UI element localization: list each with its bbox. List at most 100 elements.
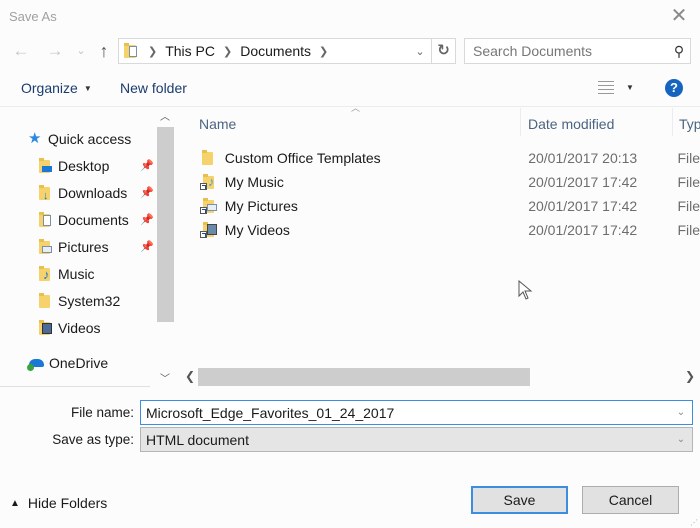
sort-ascending-icon: ︿ [351, 103, 361, 113]
chevron-down-icon[interactable]: ⌄ [670, 407, 692, 418]
sidebar-item-quick-access[interactable]: ★ Quick access [28, 128, 131, 150]
star-icon: ★ [28, 130, 42, 147]
navigation-pane: ★ Quick access Desktop 📌 ↓ Downloads 📌 D… [0, 107, 155, 387]
chevron-left-icon: ❮ [184, 369, 196, 383]
file-name: My Music [224, 174, 284, 190]
column-header-date-modified[interactable]: Date modified [528, 116, 614, 132]
scroll-down-button[interactable]: ﹀ [156, 370, 174, 386]
search-input[interactable] [473, 43, 668, 59]
column-header-name[interactable]: Name [199, 116, 236, 132]
close-button[interactable]: ✕ [668, 6, 690, 28]
forward-button[interactable]: → [44, 40, 66, 62]
refresh-icon: ↻ [437, 42, 450, 59]
arrow-left-icon: ← [12, 41, 30, 60]
file-name: My Videos [224, 222, 290, 238]
sidebar-item-label: Quick access [48, 131, 132, 147]
resize-grip-icon[interactable]: ⋰ [690, 518, 698, 527]
save-as-type-value: HTML document [146, 431, 249, 448]
address-bar[interactable]: ❯ This PC ❯ Documents ❯ ⌄ ↻ [118, 38, 456, 64]
scroll-left-button[interactable]: ❮ [183, 369, 197, 385]
save-button[interactable]: Save [471, 486, 568, 514]
column-header-type[interactable]: Typ [679, 116, 700, 132]
chevron-down-icon: ⌄ [676, 434, 686, 445]
help-button[interactable]: ? [665, 79, 683, 97]
chevron-up-icon: ▲ [10, 497, 20, 509]
sidebar-item-pictures[interactable]: Pictures [38, 236, 109, 258]
sidebar-item-music[interactable]: ♪ Music [38, 263, 95, 285]
scroll-up-button[interactable]: ︿ [156, 108, 174, 124]
file-type: File [677, 198, 700, 214]
file-name-combobox[interactable]: ⌄ [140, 400, 693, 425]
search-icon[interactable]: ⚲ [668, 43, 690, 60]
videos-shortcut-icon [200, 222, 218, 238]
file-name-label: File name: [70, 405, 134, 420]
cancel-button[interactable]: Cancel [582, 486, 679, 514]
folder-icon [38, 293, 54, 309]
sidebar-item-videos[interactable]: Videos [38, 317, 101, 339]
pictures-shortcut-icon [200, 198, 218, 214]
pin-icon[interactable]: 📌 [140, 186, 154, 199]
chevron-right-icon: ❯ [684, 369, 696, 383]
sidebar-scrollbar-thumb[interactable] [157, 127, 174, 322]
caret-down-icon: ▼ [626, 82, 634, 92]
chevron-down-icon: ⌄ [76, 45, 86, 57]
new-folder-button[interactable]: New folder [120, 80, 187, 96]
sidebar-item-documents[interactable]: Documents [38, 209, 129, 231]
file-name: Custom Office Templates [224, 150, 381, 166]
search-box[interactable]: ⚲ [464, 38, 691, 64]
hide-folders-button[interactable]: ▲ Hide Folders [10, 495, 107, 511]
breadcrumb-this-pc[interactable]: This PC [165, 43, 215, 59]
pin-icon[interactable]: 📌 [140, 240, 154, 253]
breadcrumb-separator[interactable]: ❯ [148, 45, 157, 58]
file-date: 20/01/2017 17:42 [528, 222, 638, 238]
refresh-button[interactable]: ↻ [431, 39, 455, 63]
up-button[interactable]: ↑ [93, 40, 115, 62]
scroll-right-button[interactable]: ❯ [683, 369, 697, 385]
breadcrumb-separator[interactable]: ❯ [223, 45, 232, 58]
caret-down-icon: ▼ [83, 83, 92, 93]
sidebar-item-desktop[interactable]: Desktop [38, 155, 109, 177]
sidebar-item-system32[interactable]: System32 [38, 290, 120, 312]
sidebar-item-onedrive[interactable]: OneDrive [27, 352, 108, 374]
file-type: File [677, 150, 700, 166]
file-row[interactable]: My Videos 20/01/2017 17:42 File [196, 219, 700, 241]
organize-button[interactable]: Organize ▼ [21, 80, 92, 96]
downloads-folder-icon: ↓ [38, 185, 54, 202]
file-row[interactable]: Custom Office Templates 20/01/2017 20:13… [196, 147, 700, 169]
file-name-input[interactable] [141, 404, 670, 421]
file-date: 20/01/2017 17:42 [528, 198, 638, 214]
pin-icon[interactable]: 📌 [140, 159, 154, 172]
music-folder-icon: ♪ [38, 266, 54, 282]
change-view-button[interactable]: ▼ [598, 80, 634, 94]
breadcrumb-separator[interactable]: ❯ [319, 45, 328, 58]
onedrive-icon [27, 355, 45, 371]
back-button[interactable]: ← [10, 40, 32, 62]
file-date: 20/01/2017 17:42 [528, 174, 638, 190]
address-dropdown-button[interactable]: ⌄ [409, 45, 431, 58]
new-folder-label: New folder [120, 80, 187, 96]
mouse-cursor-icon [518, 280, 533, 300]
file-row[interactable]: ♪ My Music 20/01/2017 17:42 File [196, 171, 700, 193]
sidebar-item-label: Desktop [58, 158, 110, 174]
sidebar-item-label: Pictures [58, 239, 109, 255]
file-type: File [677, 174, 700, 190]
recent-locations-button[interactable]: ⌄ [70, 40, 92, 62]
pin-icon[interactable]: 📌 [140, 213, 154, 226]
file-list-scrollbar-thumb[interactable] [198, 368, 530, 386]
sidebar-item-label: OneDrive [49, 355, 109, 371]
desktop-folder-icon [38, 158, 54, 174]
chevron-up-icon: ︿ [160, 112, 170, 123]
music-shortcut-icon: ♪ [200, 174, 218, 190]
chevron-down-icon: ⌄ [415, 45, 425, 58]
file-row[interactable]: My Pictures 20/01/2017 17:42 File [196, 195, 700, 217]
arrow-up-icon: ↑ [99, 41, 109, 61]
save-as-type-select[interactable]: HTML document ⌄ [140, 427, 693, 452]
column-separator[interactable] [672, 108, 673, 136]
organize-label: Organize [21, 80, 78, 96]
sidebar-item-downloads[interactable]: ↓ Downloads [38, 182, 127, 204]
column-separator[interactable] [520, 108, 521, 136]
breadcrumb-documents[interactable]: Documents [240, 43, 311, 59]
close-icon: ✕ [670, 5, 688, 27]
help-icon: ? [670, 80, 678, 95]
divider [0, 386, 150, 387]
